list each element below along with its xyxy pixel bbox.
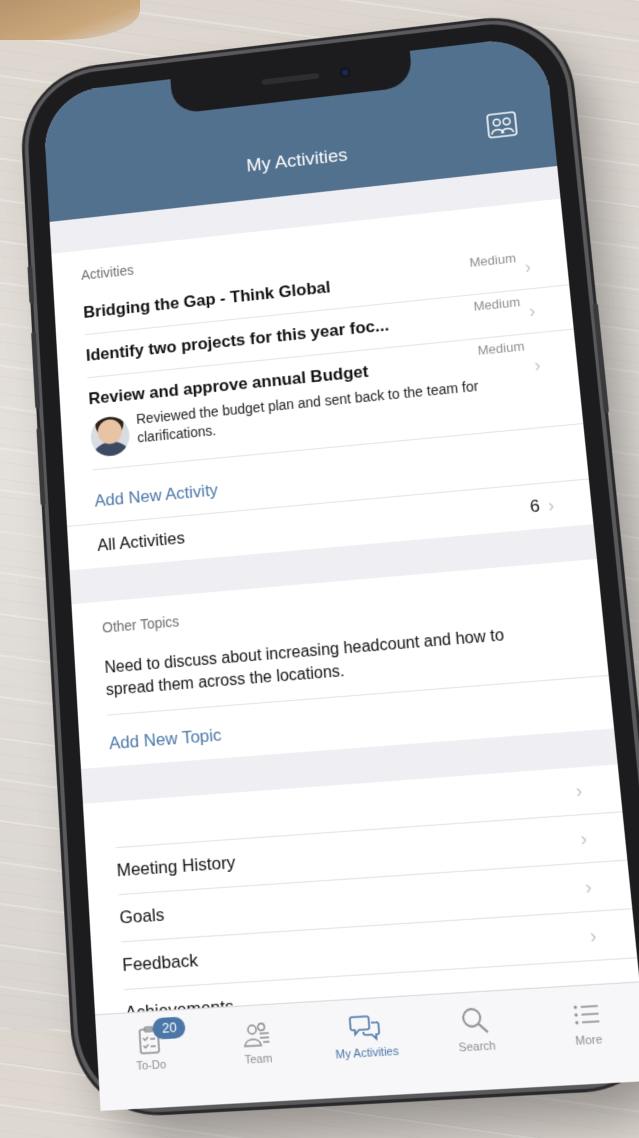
volume-up-button	[31, 331, 41, 409]
chevron-right-icon: ›	[588, 924, 598, 947]
todo-count-badge: 20	[152, 1016, 187, 1040]
tab-more[interactable]: More	[542, 996, 632, 1049]
tab-label: Team	[244, 1052, 273, 1067]
activities-section: Activities Medium Bridging the Gap - Thi…	[51, 198, 589, 526]
chevron-right-icon: ›	[579, 827, 588, 850]
team-icon[interactable]	[486, 111, 518, 139]
chevron-right-icon: ›	[523, 256, 532, 277]
chevron-right-icon: ›	[574, 779, 584, 802]
tab-my-activities[interactable]: My Activities	[322, 1010, 409, 1063]
search-icon	[458, 1005, 492, 1037]
tab-label: Search	[458, 1039, 497, 1055]
goals-label: Goals	[118, 904, 165, 928]
phone-frame: My Activities Activities Medium Bridging…	[24, 15, 639, 1112]
chevron-right-icon: ›	[547, 494, 556, 516]
list-icon	[573, 998, 604, 1031]
add-new-activity-link[interactable]: Add New Activity	[94, 480, 218, 510]
tab-to-do[interactable]: 20 To-Do	[108, 1016, 192, 1075]
priority-label: Medium	[468, 250, 517, 270]
volume-down-button	[36, 427, 46, 506]
tab-label: My Activities	[335, 1045, 400, 1062]
phone-scene: My Activities Activities Medium Bridging…	[0, 0, 639, 1138]
team-icon	[240, 1018, 273, 1050]
more-links-section: › Meeting History › Goals › Feedback › A…	[82, 764, 639, 1015]
phone-screen: My Activities Activities Medium Bridging…	[42, 34, 639, 1111]
activities-count: 6	[529, 496, 541, 517]
front-camera	[338, 66, 352, 79]
chevron-right-icon: ›	[584, 876, 593, 899]
power-button	[592, 303, 610, 413]
tab-search[interactable]: Search	[432, 1003, 521, 1056]
chat-bubbles-icon	[348, 1011, 382, 1043]
speaker-grille	[261, 72, 320, 86]
meeting-history-label: Meeting History	[116, 852, 237, 881]
add-new-topic-link[interactable]: Add New Topic	[109, 725, 223, 753]
tab-label: To-Do	[135, 1058, 167, 1074]
feedback-label: Feedback	[121, 950, 199, 976]
priority-label: Medium	[477, 338, 526, 358]
chevron-right-icon: ›	[528, 300, 537, 321]
main-content[interactable]: Activities Medium Bridging the Gap - Thi…	[49, 165, 639, 1015]
tab-team[interactable]: Team	[215, 1016, 301, 1068]
all-activities-label: All Activities	[96, 528, 186, 555]
tab-label: More	[574, 1033, 603, 1049]
priority-label: Medium	[472, 294, 521, 314]
mute-switch	[27, 265, 35, 304]
avatar	[89, 415, 131, 458]
chevron-right-icon: ›	[533, 354, 542, 376]
